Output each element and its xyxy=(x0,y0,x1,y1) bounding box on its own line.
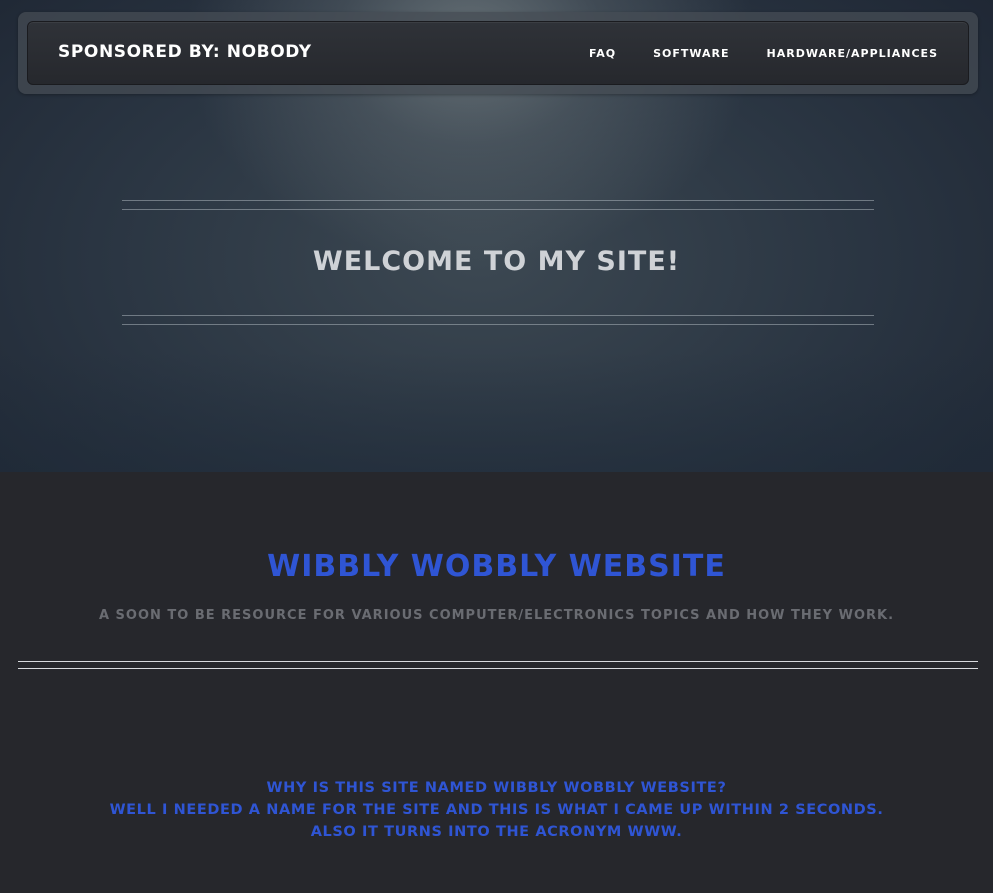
intro-section: WIBBLY WOBBLY WEBSITE A SOON TO BE RESOU… xyxy=(0,472,993,893)
about-text-block: WHY IS THIS SITE NAMED WIBBLY WOBBLY WEB… xyxy=(0,777,993,843)
welcome-heading: WELCOME TO MY SITE! xyxy=(312,246,681,277)
site-title: WIBBLY WOBBLY WEBSITE xyxy=(267,549,726,584)
navbar: SPONSORED BY: NOBODY FAQ SOFTWARE HARDWA… xyxy=(18,12,978,94)
navbar-inner: SPONSORED BY: NOBODY FAQ SOFTWARE HARDWA… xyxy=(27,21,969,85)
page: SPONSORED BY: NOBODY FAQ SOFTWARE HARDWA… xyxy=(0,0,993,893)
welcome-top-rule xyxy=(122,200,874,210)
nav-link-hardware-appliances[interactable]: HARDWARE/APPLIANCES xyxy=(767,47,938,60)
about-question: WHY IS THIS SITE NAMED WIBBLY WOBBLY WEB… xyxy=(266,780,727,796)
hero-section: SPONSORED BY: NOBODY FAQ SOFTWARE HARDWA… xyxy=(0,0,993,472)
nav-link-faq[interactable]: FAQ xyxy=(589,47,616,60)
welcome-bottom-rule xyxy=(122,315,874,325)
nav-links: FAQ SOFTWARE HARDWARE/APPLIANCES xyxy=(589,47,938,60)
nav-link-software[interactable]: SOFTWARE xyxy=(653,47,729,60)
about-answer: WELL I NEEDED A NAME FOR THE SITE AND TH… xyxy=(109,802,884,818)
navbar-brand[interactable]: SPONSORED BY: NOBODY xyxy=(58,42,312,62)
about-acronym-note: ALSO IT TURNS INTO THE ACRONYM WWW. xyxy=(310,824,683,840)
site-tagline: A SOON TO BE RESOURCE FOR VARIOUS COMPUT… xyxy=(98,608,895,623)
section-divider xyxy=(18,661,978,669)
